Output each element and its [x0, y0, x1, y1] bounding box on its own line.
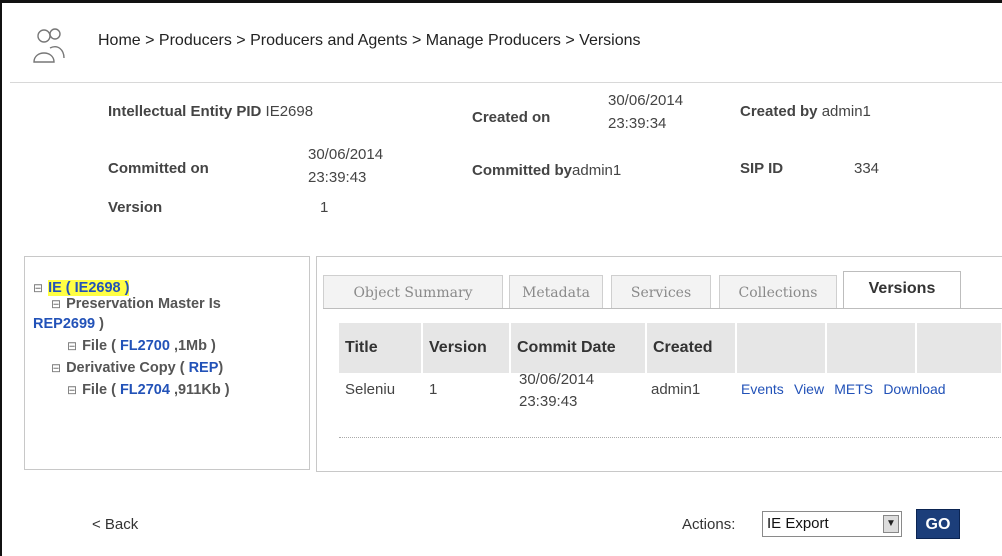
- committed-by-field: Committed byadmin1: [472, 162, 621, 179]
- derivative-rep-link[interactable]: REP: [189, 360, 219, 376]
- tree-node-preservation-id[interactable]: REP2699 ): [33, 313, 230, 335]
- structure-tree: ⊟ IE ( IE2698 ) ⊟ Preservation Master Is R…: [33, 277, 230, 401]
- tab-versions[interactable]: Versions: [843, 271, 961, 309]
- go-button[interactable]: GO: [916, 509, 960, 539]
- actions-select[interactable]: IE Export ▼: [762, 511, 902, 537]
- tab-object-summary[interactable]: Object Summary: [323, 275, 503, 309]
- col-blank-1: [737, 323, 827, 373]
- sip-id-value: 334: [854, 160, 880, 177]
- header-divider: [10, 82, 1002, 83]
- cell-commit-date: 30/06/2014 23:39:43: [519, 371, 595, 410]
- tree-node-preservation[interactable]: ⊟ Preservation Master Is: [33, 293, 230, 315]
- actions-select-value: IE Export: [767, 515, 829, 532]
- minus-box-icon[interactable]: ⊟: [67, 339, 77, 353]
- tab-collections[interactable]: Collections: [719, 275, 837, 309]
- ie-pid-field: Intellectual Entity PID IE2698: [108, 103, 313, 120]
- created-by-label: Created by: [740, 103, 818, 120]
- chevron-down-icon[interactable]: ▼: [883, 515, 899, 533]
- created-by-value: admin1: [821, 103, 871, 120]
- mets-link[interactable]: METS: [834, 381, 873, 397]
- committed-by-value: admin1: [572, 162, 622, 179]
- cell-created: admin1: [651, 381, 701, 398]
- version-label: Version: [108, 199, 163, 216]
- actions-label: Actions:: [682, 516, 736, 533]
- row-divider: [339, 437, 1002, 438]
- download-link[interactable]: Download: [883, 381, 945, 397]
- file-2-link[interactable]: FL2704: [120, 382, 170, 398]
- col-title[interactable]: Title: [339, 323, 423, 373]
- tree-node-derivative[interactable]: ⊟ Derivative Copy ( REP): [33, 357, 230, 379]
- col-blank-2: [827, 323, 917, 373]
- created-on-label: Created on: [472, 109, 551, 126]
- tab-bar: Object Summary Metadata Services Collect…: [323, 271, 1002, 309]
- committed-on-label: Committed on: [108, 160, 209, 177]
- preservation-rep-link[interactable]: REP2699: [33, 316, 95, 332]
- cell-title: Seleniu: [345, 381, 396, 398]
- tree-node-file-2[interactable]: ⊟ File ( FL2704 ,911Kb ): [33, 379, 230, 401]
- col-commit-date[interactable]: Commit Date: [511, 323, 647, 373]
- back-link[interactable]: < Back: [92, 516, 138, 533]
- window-frame-top: [0, 0, 1002, 3]
- col-blank-3: [917, 323, 1002, 373]
- committed-on-value: 30/06/2014 23:39:43: [308, 146, 384, 186]
- col-created[interactable]: Created: [647, 323, 737, 373]
- tab-services[interactable]: Services: [611, 275, 711, 309]
- ie-pid-label: Intellectual Entity PID: [108, 103, 262, 120]
- view-link[interactable]: View: [794, 381, 824, 397]
- created-on-value: 30/06/2014 23:39:34: [608, 92, 684, 132]
- cell-version: 1: [429, 381, 438, 398]
- sip-id-label: SIP ID: [740, 160, 784, 177]
- minus-box-icon[interactable]: ⊟: [33, 281, 43, 295]
- breadcrumb[interactable]: Home > Producers > Producers and Agents …: [98, 32, 641, 50]
- details-panel: Object Summary Metadata Services Collect…: [316, 256, 1002, 472]
- minus-box-icon[interactable]: ⊟: [51, 361, 61, 375]
- tab-divider: [323, 308, 1002, 309]
- ie-pid-value: IE2698: [265, 103, 314, 120]
- events-link[interactable]: Events: [741, 381, 784, 397]
- minus-box-icon[interactable]: ⊟: [51, 297, 61, 311]
- created-by-field: Created by admin1: [740, 103, 871, 120]
- window-frame-left: [0, 0, 2, 556]
- col-version[interactable]: Version: [423, 323, 511, 373]
- version-value: 1: [320, 199, 329, 216]
- users-icon: [33, 28, 65, 63]
- tab-metadata[interactable]: Metadata: [509, 275, 603, 309]
- committed-by-label: Committed by: [472, 162, 573, 179]
- minus-box-icon[interactable]: ⊟: [67, 383, 77, 397]
- cell-links: Events View METS Download: [741, 381, 946, 398]
- structure-tree-panel: ⊟ IE ( IE2698 ) ⊟ Preservation Master Is R…: [24, 256, 310, 470]
- file-1-link[interactable]: FL2700: [120, 338, 170, 354]
- tree-node-file-1[interactable]: ⊟ File ( FL2700 ,1Mb ): [33, 335, 230, 357]
- header: Home > Producers > Producers and Agents …: [10, 18, 1002, 74]
